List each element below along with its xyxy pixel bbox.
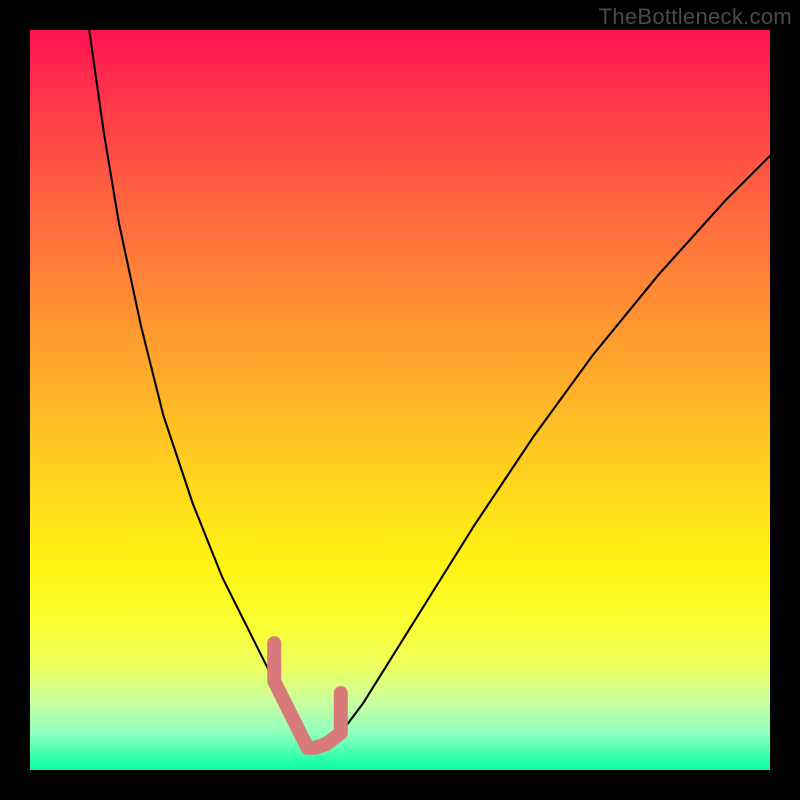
bottleneck-curve: [89, 30, 770, 748]
watermark-text: TheBottleneck.com: [599, 4, 792, 30]
curve-overlay: [30, 30, 770, 770]
optimum-marker: [274, 643, 341, 748]
plot-area: [30, 30, 770, 770]
chart-frame: TheBottleneck.com: [0, 0, 800, 800]
